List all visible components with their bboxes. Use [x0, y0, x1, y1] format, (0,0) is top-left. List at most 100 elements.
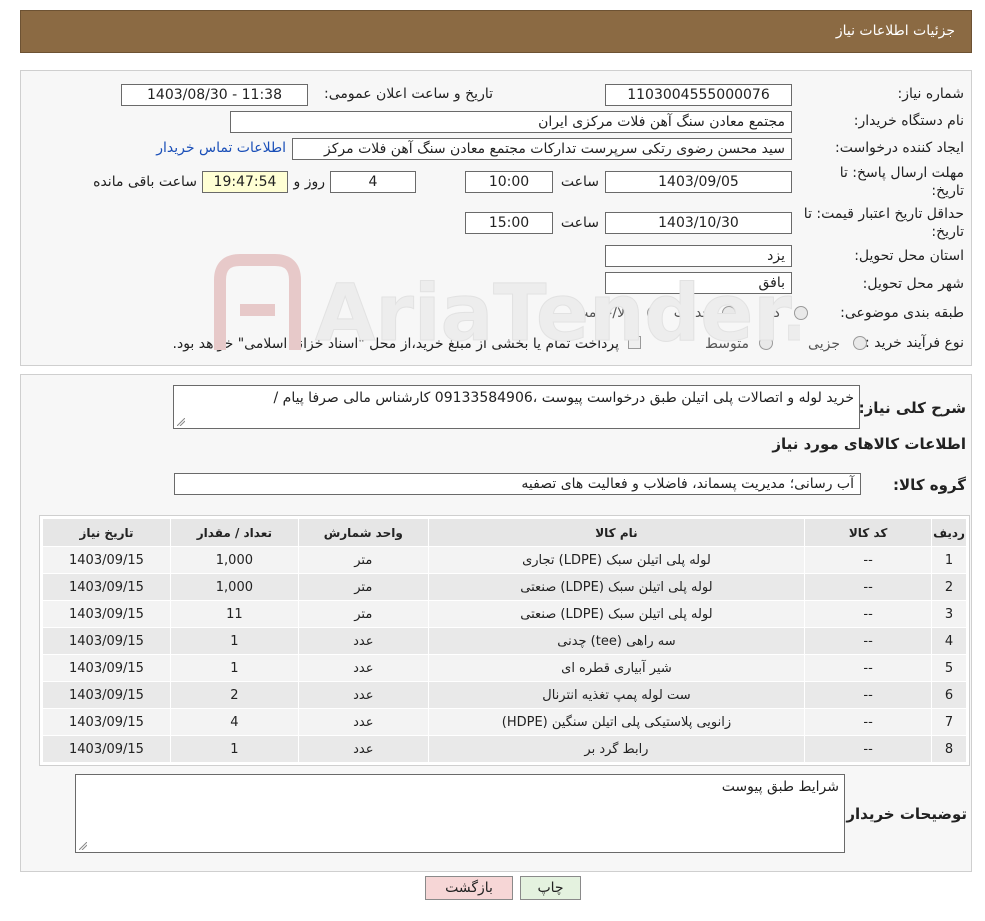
process-radio-medium[interactable] — [759, 336, 773, 350]
payment-note: پرداخت تمام یا بخشی از مبلغ خرید،از محل … — [172, 336, 619, 352]
cell-unit: عدد — [297, 681, 429, 709]
cell-code: -- — [804, 573, 933, 601]
cell-name: رابط گرد بر — [427, 735, 806, 763]
cell-row: 2 — [931, 573, 967, 601]
cell-code: -- — [804, 546, 933, 574]
print-button[interactable]: چاپ — [520, 876, 581, 900]
cell-code: -- — [804, 735, 933, 763]
cell-date: 1403/09/15 — [42, 735, 171, 763]
requester-label: ایجاد کننده درخواست: — [835, 140, 964, 156]
validity-time-field[interactable]: 15:00 — [465, 212, 553, 234]
cell-name: لوله پلی اتیلن سبک (LDPE) صنعتی — [427, 600, 806, 628]
summary-textarea[interactable]: خرید لوله و اتصالات پلی اتیلن طبق درخواس… — [173, 385, 860, 429]
cell-qty: 11 — [169, 600, 299, 628]
cell-name: سه راهی (tee) چدنی — [427, 627, 806, 655]
table-row: 2 -- لوله پلی اتیلن سبک (LDPE) صنعتی متر… — [42, 573, 967, 601]
buyer-contact-link[interactable]: اطلاعات تماس خریدار — [156, 140, 286, 156]
buyer-notes-textarea[interactable]: شرایط طبق پیوست — [75, 774, 845, 853]
col-unit-header: واحد شمارش — [297, 518, 429, 547]
announce-date-label: تاریخ و ساعت اعلان عمومی: — [324, 86, 493, 102]
cell-qty: 1,000 — [169, 546, 299, 574]
cell-unit: متر — [297, 546, 429, 574]
deadline-date-field[interactable]: 1403/09/05 — [605, 171, 792, 193]
col-row-header: ردیف — [931, 518, 967, 547]
validity-date-field[interactable]: 1403/10/30 — [605, 212, 792, 234]
process-radio-minor[interactable] — [853, 336, 867, 350]
cell-row: 8 — [931, 735, 967, 763]
cell-unit: متر — [297, 573, 429, 601]
table-row: 1 -- لوله پلی اتیلن سبک (LDPE) تجاری متر… — [42, 546, 967, 574]
goods-group-field[interactable]: آب رسانی؛ مدیریت پسماند، فاضلاب و فعالیت… — [174, 473, 861, 495]
cell-date: 1403/09/15 — [42, 654, 171, 682]
need-number-label: شماره نیاز: — [897, 86, 965, 102]
cell-code: -- — [804, 627, 933, 655]
deadline-label: مهلت ارسال پاسخ: تا — [839, 165, 964, 181]
category-option-goods: کالا — [762, 305, 781, 321]
cell-qty: 1 — [169, 654, 299, 682]
table-row: 3 -- لوله پلی اتیلن سبک (LDPE) صنعتی متر… — [42, 600, 967, 628]
process-type-label: نوع فرآیند خرید : — [865, 335, 964, 351]
cell-qty: 1 — [169, 735, 299, 763]
days-remaining-field[interactable]: 4 — [330, 171, 416, 193]
goods-info-title: اطلاعات کالاهای مورد نیاز — [772, 435, 966, 453]
category-label: طبقه بندی موضوعی: — [840, 305, 964, 321]
cell-name: لوله پلی اتیلن سبک (LDPE) تجاری — [427, 546, 806, 574]
items-table-container: ردیف کد کالا نام کالا واحد شمارش تعداد /… — [39, 515, 970, 766]
deadline-time-label: ساعت — [560, 174, 599, 190]
buyer-notes-text: شرایط طبق پیوست — [721, 779, 839, 795]
cell-name: ست لوله پمپ تغذیه انترنال — [427, 681, 806, 709]
cell-row: 6 — [931, 681, 967, 709]
cell-name: شیر آبیاری قطره ای — [427, 654, 806, 682]
deadline-time-field[interactable]: 10:00 — [465, 171, 553, 193]
table-row: 7 -- زانویی پلاستیکی پلی اتیلن سنگین (HD… — [42, 708, 967, 736]
requester-field[interactable]: سید محسن رضوی رتکی سرپرست تدارکات مجتمع … — [292, 138, 792, 160]
cell-unit: عدد — [297, 627, 429, 655]
days-label: روز و — [293, 174, 326, 190]
cell-name: زانویی پلاستیکی پلی اتیلن سنگین (HDPE) — [427, 708, 806, 736]
cell-row: 4 — [931, 627, 967, 655]
items-table: ردیف کد کالا نام کالا واحد شمارش تعداد /… — [42, 518, 967, 763]
cell-unit: عدد — [297, 654, 429, 682]
process-option-minor: جزیی — [808, 336, 840, 352]
category-radio-service[interactable] — [722, 306, 736, 320]
process-option-medium: متوسط — [705, 336, 749, 352]
category-radio-goods[interactable] — [794, 306, 808, 320]
cell-code: -- — [804, 600, 933, 628]
cell-date: 1403/09/15 — [42, 708, 171, 736]
col-name-header: نام کالا — [427, 518, 806, 547]
table-row: 4 -- سه راهی (tee) چدنی عدد 1 1403/09/15 — [42, 627, 967, 655]
resize-handle-icon[interactable] — [79, 842, 87, 850]
province-label: استان محل تحویل: — [854, 248, 964, 264]
cell-code: -- — [804, 708, 933, 736]
goods-group-label: گروه کالا: — [893, 476, 966, 494]
cell-date: 1403/09/15 — [42, 681, 171, 709]
col-code-header: کد کالا — [804, 518, 933, 547]
category-option-goods-service: کالا/خدمت — [575, 305, 636, 321]
cell-unit: متر — [297, 600, 429, 628]
cell-qty: 1 — [169, 627, 299, 655]
buyer-org-field[interactable]: مجتمع معادن سنگ آهن فلات مرکزی ایران — [230, 111, 792, 133]
announce-date-field[interactable]: 1403/08/30 - 11:38 — [121, 84, 308, 106]
col-date-header: تاریخ نیاز — [42, 518, 171, 547]
cell-code: -- — [804, 681, 933, 709]
cell-date: 1403/09/15 — [42, 573, 171, 601]
cell-date: 1403/09/15 — [42, 600, 171, 628]
summary-text: خرید لوله و اتصالات پلی اتیلن طبق درخواس… — [273, 390, 855, 406]
cell-code: -- — [804, 654, 933, 682]
buyer-notes-label: توضیحات خریدار: — [840, 805, 967, 823]
page-title: جزئیات اطلاعات نیاز — [835, 23, 955, 39]
cell-qty: 4 — [169, 708, 299, 736]
city-field[interactable]: بافق — [605, 272, 792, 294]
cell-row: 5 — [931, 654, 967, 682]
back-button[interactable]: بازگشت — [425, 876, 513, 900]
buyer-org-label: نام دستگاه خریدار: — [853, 113, 964, 129]
treasury-checkbox[interactable] — [628, 336, 641, 349]
cell-row: 7 — [931, 708, 967, 736]
category-radio-goods-service[interactable] — [647, 306, 661, 320]
table-row: 8 -- رابط گرد بر عدد 1 1403/09/15 — [42, 735, 967, 763]
remaining-time-field: 19:47:54 — [202, 171, 288, 193]
resize-handle-icon[interactable] — [177, 418, 185, 426]
province-field[interactable]: یزد — [605, 245, 792, 267]
page-header: جزئیات اطلاعات نیاز — [20, 10, 972, 53]
need-number-field[interactable]: 1103004555000076 — [605, 84, 792, 106]
